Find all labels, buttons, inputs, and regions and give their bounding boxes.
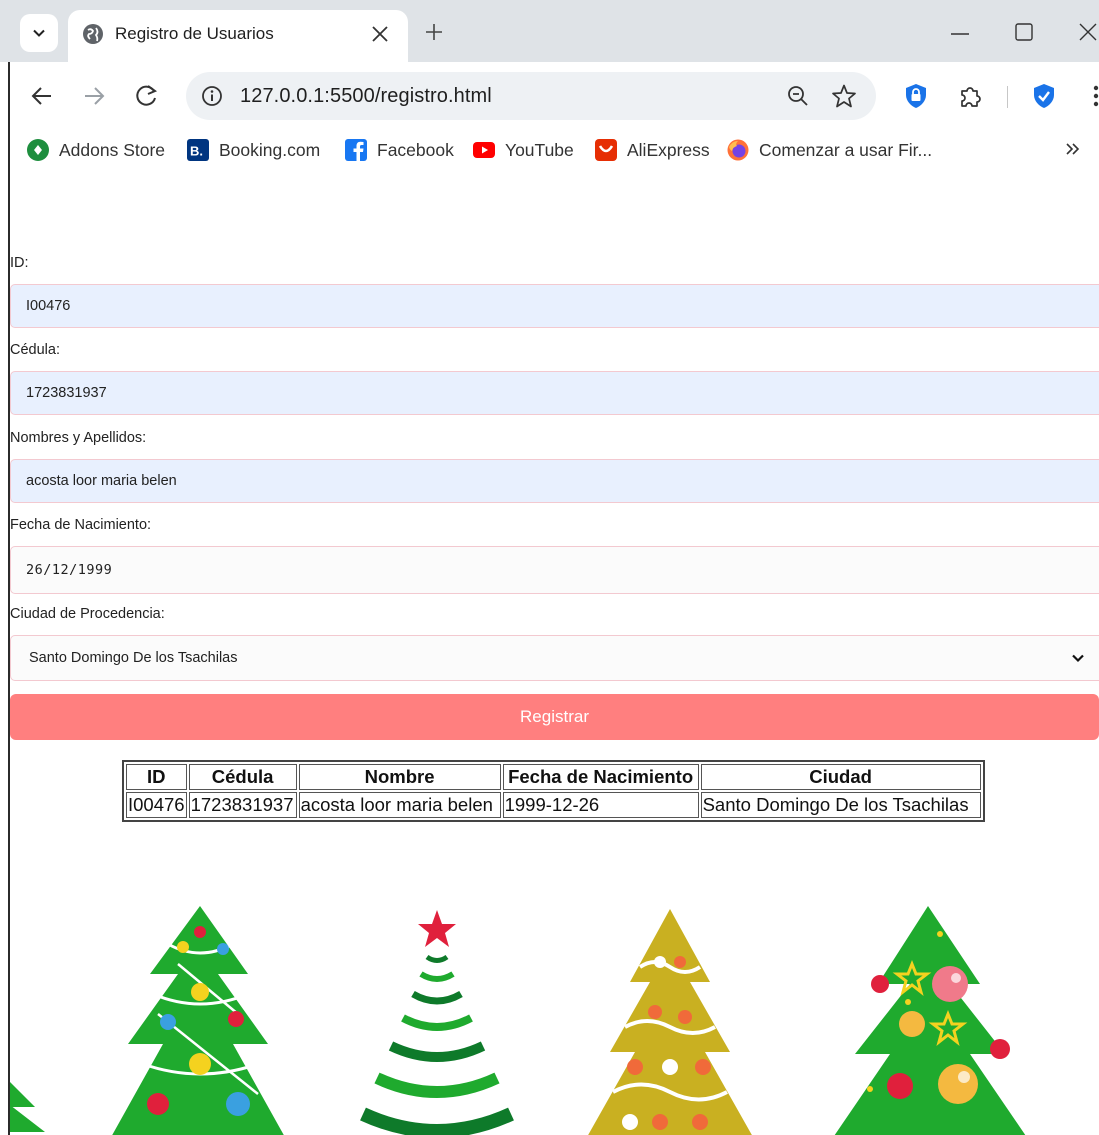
page-viewport: ID: I00476 Cédula: 1723831937 Nombres y … (10, 172, 1099, 1135)
close-tab-icon[interactable] (368, 22, 392, 46)
youtube-icon (473, 142, 495, 158)
bookmark-label: Booking.com (219, 139, 321, 160)
cell-fecha: 1999-12-26 (502, 792, 699, 818)
chevron-down-icon (1072, 654, 1084, 663)
ciudad-label: Ciudad de Procedencia: (10, 606, 165, 622)
browser-window: Registro de Usuarios 127.0.0.1:5500/regi… (0, 0, 1099, 1135)
cell-ciudad: Santo Domingo De los Tsachilas (700, 792, 981, 818)
table-row: I00476 1723831937 acosta loor maria bele… (126, 792, 981, 818)
cell-id: I00476 (126, 792, 187, 818)
header-cedula: Cédula (188, 764, 297, 790)
minimize-icon[interactable] (948, 20, 972, 44)
tab-title: Registro de Usuarios (115, 24, 274, 43)
bookmark-label: Facebook (377, 139, 454, 160)
christmas-tree-stripes-image (360, 910, 514, 1135)
tab-strip: Registro de Usuarios (0, 0, 1099, 62)
forward-icon[interactable] (80, 82, 108, 110)
bookmark-star-icon[interactable] (831, 83, 857, 109)
bookmark-label: Addons Store (59, 139, 166, 160)
bookmark-youtube[interactable]: YouTube (472, 136, 574, 164)
nombres-input[interactable]: acosta loor maria belen (10, 459, 1099, 503)
close-window-icon[interactable] (1076, 20, 1099, 44)
bookmark-facebook[interactable]: Facebook (344, 136, 454, 164)
addons-icon (27, 139, 49, 161)
booking-icon: B. (187, 139, 209, 161)
cell-nombre: acosta loor maria belen (298, 792, 501, 818)
fecha-label: Fecha de Nacimiento: (10, 517, 152, 533)
vpn-lock-icon[interactable] (902, 82, 930, 110)
bookmark-booking[interactable]: B. Booking.com (186, 136, 320, 164)
extensions-icon[interactable] (956, 82, 984, 110)
id-label: ID: (10, 255, 29, 271)
kebab-menu-icon[interactable] (1082, 82, 1099, 110)
header-ciudad: Ciudad (700, 764, 981, 790)
cedula-input[interactable]: 1723831937 (10, 371, 1099, 415)
url-text[interactable]: 127.0.0.1:5500/registro.html (240, 85, 492, 108)
booking-glyph: B. (190, 144, 203, 159)
partial-tree-image (10, 1082, 45, 1132)
christmas-tree-gold-image (588, 909, 752, 1135)
header-fecha: Fecha de Nacimiento (502, 764, 699, 790)
header-id: ID (126, 764, 187, 790)
bookmark-label: Comenzar a usar Fir... (759, 139, 933, 160)
ciudad-selected-value: Santo Domingo De los Tsachilas (29, 650, 238, 666)
id-input[interactable]: I00476 (10, 284, 1099, 328)
shield-check-icon[interactable] (1030, 82, 1058, 110)
more-bookmarks-icon[interactable] (1062, 138, 1084, 160)
bookmarks-bar: Addons Store B. Booking.com Facebook You… (10, 128, 1099, 172)
registrar-button[interactable]: Registrar (10, 694, 1099, 740)
table-header-row: ID Cédula Nombre Fecha de Nacimiento Ciu… (126, 764, 981, 790)
bookmark-label: AliExpress (627, 139, 710, 160)
back-icon[interactable] (28, 82, 56, 110)
christmas-tree-ornaments-image (112, 906, 284, 1135)
reload-icon[interactable] (132, 82, 160, 110)
chevron-down-icon (33, 29, 45, 37)
new-tab-icon[interactable] (422, 20, 446, 44)
facebook-icon (345, 139, 367, 161)
site-info-icon[interactable] (200, 84, 224, 108)
fecha-input[interactable]: 26/12/1999 (10, 546, 1099, 594)
tab-search-button[interactable] (20, 14, 58, 52)
bookmark-label: YouTube (505, 139, 574, 160)
bookmark-aliexpress[interactable]: AliExpress (594, 136, 710, 164)
users-table: ID Cédula Nombre Fecha de Nacimiento Ciu… (122, 760, 985, 822)
maximize-icon[interactable] (1012, 20, 1036, 44)
globe-icon (83, 24, 103, 44)
nombres-label: Nombres y Apellidos: (10, 430, 147, 446)
bookmark-firefox[interactable]: Comenzar a usar Fir... (726, 136, 932, 164)
header-nombre: Nombre (298, 764, 501, 790)
zoom-icon[interactable] (786, 84, 810, 108)
firefox-icon (727, 139, 749, 161)
christmas-tree-stars-image (834, 906, 1026, 1135)
aliexpress-icon (595, 139, 617, 161)
window-left-edge (0, 62, 10, 1135)
active-tab[interactable]: Registro de Usuarios (68, 10, 408, 62)
cell-cedula: 1723831937 (188, 792, 297, 818)
toolbar: 127.0.0.1:5500/registro.html (10, 62, 1099, 128)
cedula-label: Cédula: (10, 342, 60, 358)
bookmark-addons-store[interactable]: Addons Store (26, 136, 165, 164)
toolbar-divider (1007, 86, 1008, 108)
address-bar[interactable]: 127.0.0.1:5500/registro.html (186, 72, 876, 120)
ciudad-select[interactable]: Santo Domingo De los Tsachilas (10, 635, 1099, 681)
